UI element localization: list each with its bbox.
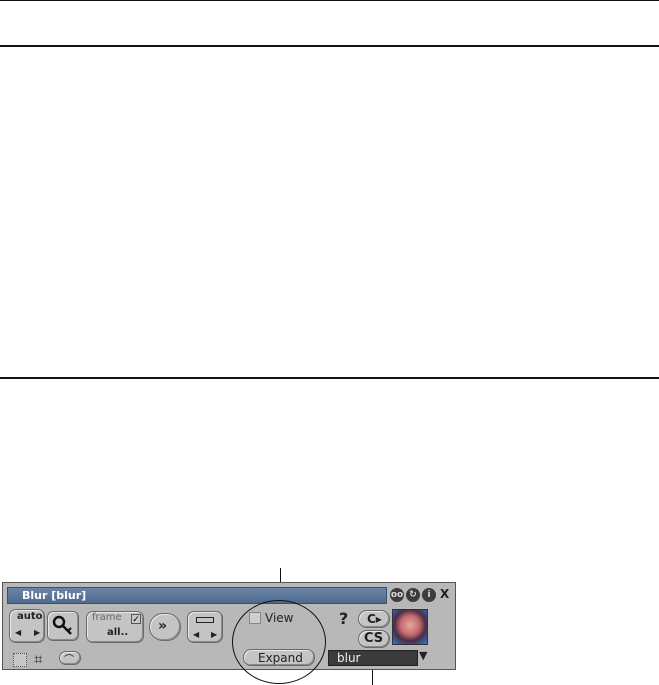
curve-icon: ⌒: [64, 655, 74, 666]
marquee-icon[interactable]: [13, 653, 27, 667]
range-bar-icon: [196, 617, 214, 623]
curve-button[interactable]: ⌒: [59, 651, 81, 666]
callout-ellipse: [232, 600, 326, 684]
all-label: all..: [107, 627, 129, 638]
close-icon[interactable]: X: [440, 587, 449, 601]
rule-upper: [0, 45, 659, 47]
preview-thumbnail: [392, 609, 428, 645]
window-title: Blur [blur]: [22, 589, 87, 602]
view-icon[interactable]: oo: [390, 588, 404, 602]
rule-lower: [0, 377, 659, 379]
blur-panel: Blur [blur] oo ↻ i X auto ◀ ▶ frame ✓ al…: [2, 582, 456, 670]
title-bar[interactable]: Blur [blur]: [7, 587, 387, 604]
range-right-arrow-icon[interactable]: ▶: [211, 630, 217, 639]
range-control[interactable]: ◀ ▶: [187, 611, 223, 643]
crop-icon[interactable]: ⌗: [34, 650, 42, 668]
frame-control[interactable]: frame ✓ all..: [86, 611, 144, 643]
range-left-arrow-icon[interactable]: ◀: [193, 630, 199, 639]
info-icon[interactable]: i: [422, 588, 436, 602]
key-icon: [52, 615, 72, 635]
export-icon: C▸: [367, 612, 382, 626]
cs-icon: CS: [364, 631, 384, 646]
key-button[interactable]: [47, 611, 79, 641]
rule-top: [0, 0, 659, 1]
refresh-icon[interactable]: ↻: [406, 588, 420, 602]
auto-right-arrow-icon[interactable]: ▶: [34, 628, 40, 637]
frame-label: frame: [92, 612, 122, 623]
auto-left-arrow-icon[interactable]: ◀: [15, 628, 21, 637]
export-button[interactable]: C▸: [358, 610, 390, 628]
dropdown-arrow-icon[interactable]: ▼: [419, 649, 427, 662]
help-icon[interactable]: ?: [339, 609, 348, 628]
preset-dropdown[interactable]: blur: [328, 650, 418, 666]
auto-label: auto: [17, 611, 43, 622]
auto-control[interactable]: auto ◀ ▶: [9, 609, 45, 643]
cs-button[interactable]: CS: [358, 630, 390, 648]
preset-value: blur: [337, 651, 361, 665]
process-button[interactable]: »: [149, 613, 181, 641]
process-icon: »: [158, 618, 168, 634]
frame-checkbox[interactable]: ✓: [131, 614, 141, 624]
